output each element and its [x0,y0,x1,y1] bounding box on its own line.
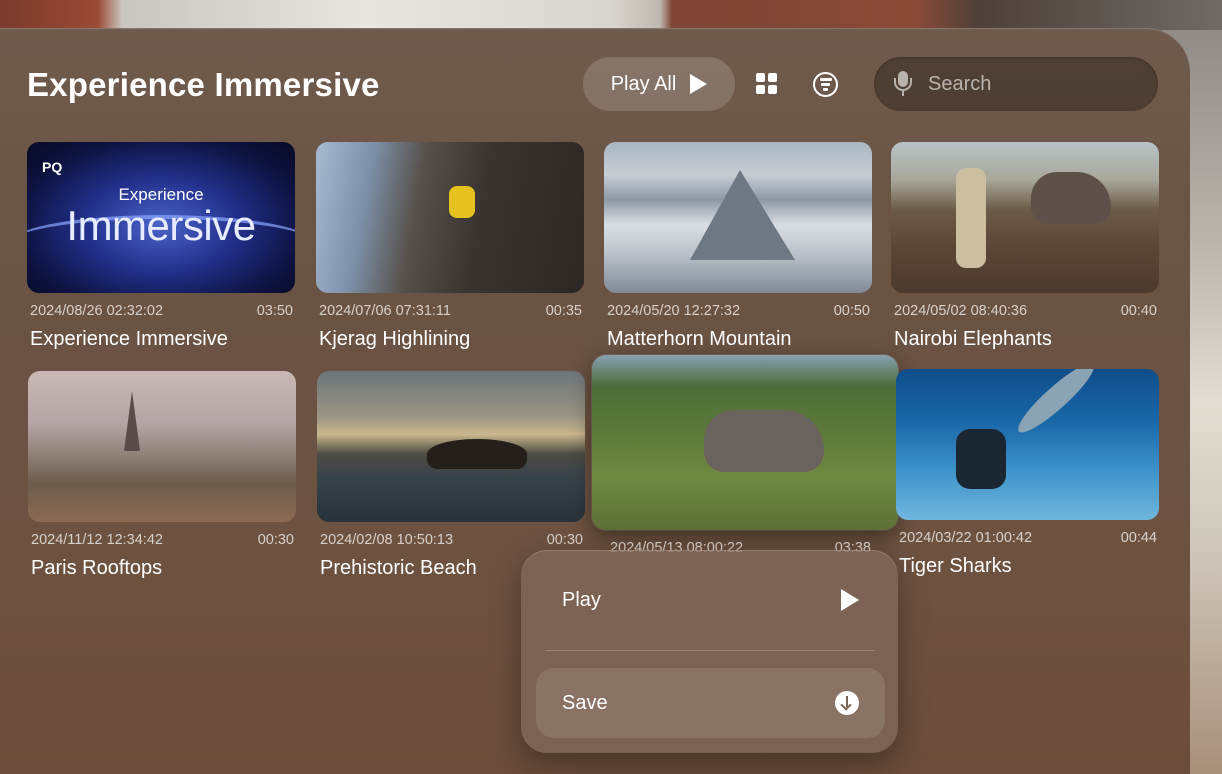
microphone-icon[interactable] [894,71,912,97]
context-menu: Play Save [521,550,898,753]
menu-divider [545,650,875,651]
video-thumbnail[interactable] [604,142,872,293]
video-card-matterhorn-mountain[interactable]: 2024/05/20 12:27:32 00:50 Matterhorn Mou… [604,142,872,351]
play-icon [690,74,708,94]
video-card-tiger-sharks[interactable]: 2024/03/22 01:00:42 00:44 Tiger Sharks [896,369,1159,578]
grid-view-icon[interactable] [756,73,778,95]
video-thumbnail[interactable] [896,369,1159,520]
play-all-label: Play All [610,72,677,95]
video-thumbnail-selected[interactable] [592,355,898,530]
play-icon [841,589,859,611]
video-duration: 00:30 [257,532,294,548]
video-duration: 00:40 [1120,303,1157,319]
video-title: Paris Rooftops [31,557,163,579]
video-duration: 00:44 [1120,530,1157,546]
video-card-prehistoric-beach[interactable]: 2024/02/08 10:50:13 00:30 Prehistoric Be… [317,371,585,580]
video-duration: 00:30 [546,532,583,548]
video-date: 2024/07/06 07:31:11 [319,303,451,319]
video-date: 2024/08/26 02:32:02 [30,303,164,319]
video-date: 2024/05/20 12:27:32 [607,303,741,319]
video-card-paris-rooftops[interactable]: 2024/11/12 12:34:42 00:30 Paris Rooftops [28,371,296,580]
video-thumbnail[interactable] [891,142,1159,293]
download-icon [835,691,859,715]
video-duration: 03:50 [256,303,293,319]
video-thumbnail[interactable] [316,142,584,293]
menu-item-save[interactable]: Save [536,668,885,738]
menu-item-label: Play [562,588,601,611]
video-thumbnail[interactable]: PQ Experience Immersive [27,142,295,293]
play-all-button[interactable]: Play All [583,57,735,111]
video-card-kjerag-highlining[interactable]: 2024/07/06 07:31:11 00:35 Kjerag Highlin… [316,142,584,351]
video-duration: 00:50 [833,303,870,319]
video-thumbnail[interactable] [28,371,296,522]
video-date: 2024/11/12 12:34:42 [31,532,163,548]
menu-item-label: Save [562,691,608,714]
video-date: 2024/03/22 01:00:42 [899,530,1033,546]
search-field[interactable]: Search [874,57,1158,111]
video-thumbnail[interactable] [317,371,585,522]
filter-icon[interactable] [813,72,838,97]
menu-item-play[interactable]: Play [536,565,885,635]
video-card-experience-immersive[interactable]: PQ Experience Immersive 2024/08/26 02:32… [27,142,295,351]
video-date: 2024/05/02 08:40:36 [894,303,1028,319]
video-title: Kjerag Highlining [319,328,471,350]
video-title: Matterhorn Mountain [607,328,792,350]
video-duration: 00:35 [545,303,582,319]
video-title: Tiger Sharks [899,555,1012,577]
video-card-nairobi-elephants[interactable]: 2024/05/02 08:40:36 00:40 Nairobi Elepha… [891,142,1159,351]
video-date: 2024/02/08 10:50:13 [320,532,454,548]
thumbnail-caption-large: Immersive [66,202,256,249]
page-title: Experience Immersive [27,66,380,103]
search-placeholder: Search [928,73,992,95]
video-title: Experience Immersive [30,328,228,350]
pq-badge: PQ [42,159,63,175]
video-title: Nairobi Elephants [894,328,1052,350]
